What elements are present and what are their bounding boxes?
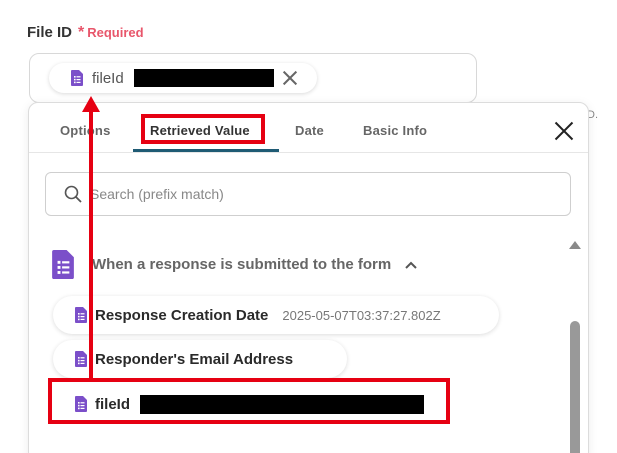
required-text: Required bbox=[87, 25, 144, 40]
file-id-chip[interactable]: fileId bbox=[49, 63, 317, 93]
annotation-arrow-head bbox=[82, 96, 100, 112]
chip-label: fileId bbox=[92, 69, 124, 87]
scroll-up-icon[interactable] bbox=[569, 241, 581, 249]
item-name: Response Creation Date bbox=[95, 306, 269, 324]
redacted-value bbox=[133, 69, 274, 87]
file-id-label: File ID * Required bbox=[27, 24, 144, 42]
item-value: 2025-05-07T03:37:27.802Z bbox=[282, 307, 441, 323]
google-forms-icon bbox=[75, 351, 87, 367]
active-tab-indicator bbox=[133, 149, 279, 152]
google-forms-icon bbox=[71, 70, 83, 86]
annotation-arrow-line bbox=[89, 104, 93, 382]
search-input[interactable] bbox=[90, 186, 530, 202]
list-item[interactable]: Responder's Email Address bbox=[53, 340, 347, 378]
tab-options[interactable]: Options bbox=[60, 123, 111, 138]
group-header[interactable]: When a response is submitted to the form bbox=[52, 250, 417, 279]
highlight-box-tab bbox=[141, 114, 265, 144]
highlight-box-item bbox=[48, 378, 450, 424]
group-label: When a response is submitted to the form bbox=[92, 256, 392, 273]
tab-bar: Options Retrieved Value Date Basic Info bbox=[29, 103, 588, 153]
close-icon[interactable] bbox=[554, 121, 574, 141]
tab-basic-info[interactable]: Basic Info bbox=[363, 123, 427, 138]
list-item[interactable]: Response Creation Date 2025-05-07T03:37:… bbox=[53, 296, 499, 334]
tab-date[interactable]: Date bbox=[295, 123, 324, 138]
google-forms-icon bbox=[52, 250, 74, 279]
close-icon[interactable] bbox=[282, 70, 298, 86]
search-box[interactable] bbox=[45, 172, 571, 216]
scrollbar-thumb[interactable] bbox=[570, 321, 580, 453]
field-title: File ID bbox=[27, 24, 73, 41]
item-name: Responder's Email Address bbox=[95, 350, 294, 368]
required-star: * bbox=[78, 24, 85, 41]
search-icon bbox=[64, 185, 82, 203]
chevron-up-icon[interactable] bbox=[405, 261, 417, 269]
google-forms-icon bbox=[75, 307, 87, 323]
